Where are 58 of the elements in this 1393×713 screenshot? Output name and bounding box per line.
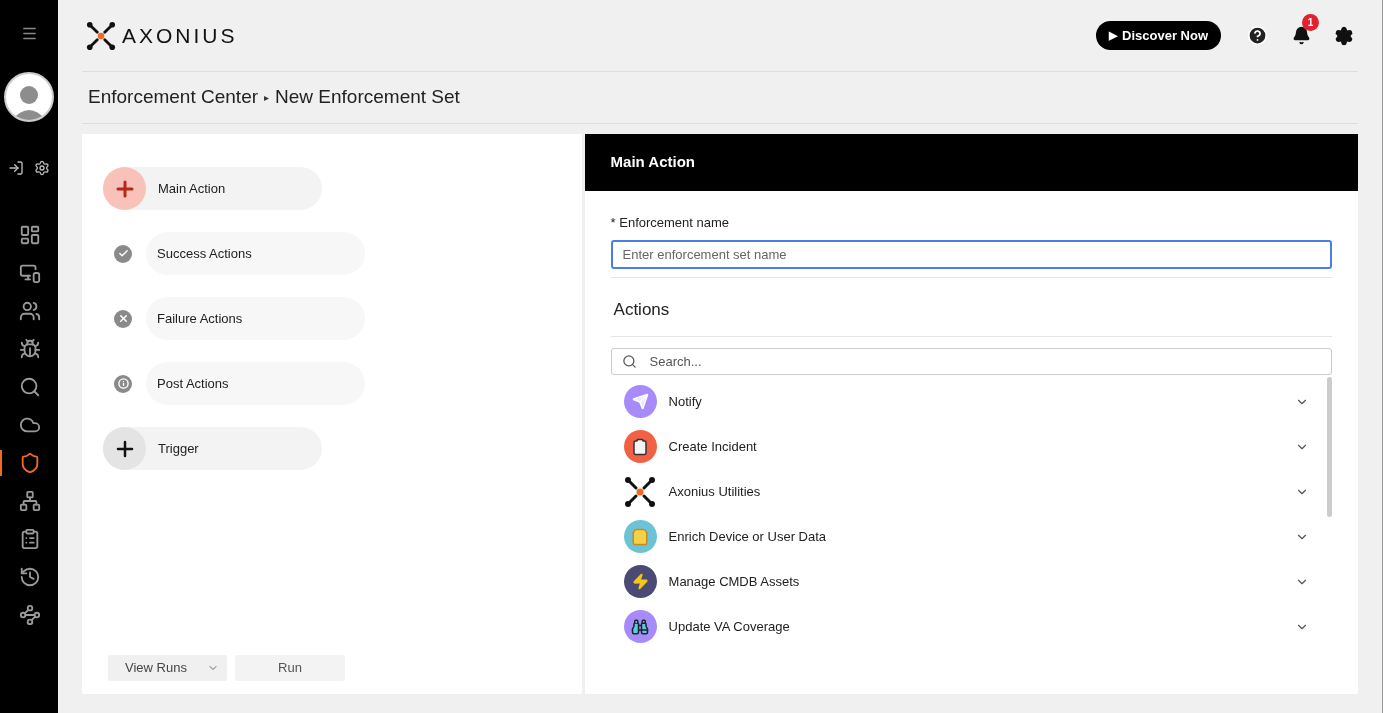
search-icon [621,354,637,369]
avatar[interactable] [4,72,54,122]
bug-icon [19,338,41,360]
check-icon [114,244,132,263]
step-pill[interactable]: Failure Actions [146,297,365,340]
action-item[interactable]: Manage CMDB Assets [623,559,1327,604]
history-icon [19,566,41,588]
clipboard-icon [19,528,41,550]
action-item[interactable]: Axonius Utilities [623,469,1327,514]
field-label: * Enforcement name [610,214,731,232]
info-icon [114,374,132,393]
network-icon [19,490,41,512]
discover-now-button[interactable]: ▶ Discover Now [1096,21,1221,50]
dashboard-icon [19,224,41,246]
settings-icon[interactable] [1334,25,1354,46]
enforcement-name-field[interactable]: Enter enforcement set name [610,239,1332,269]
step-label: Main Action [158,179,226,198]
step-pill[interactable]: Main Action [103,167,322,210]
cross-icon [114,309,132,328]
logo[interactable]: AXONIUS [86,19,238,52]
run-button[interactable]: Run [235,655,345,681]
graph-icon [19,604,41,626]
view-runs-dropdown[interactable]: View Runs [108,655,227,681]
step-pill[interactable]: Trigger [103,427,322,470]
logo-icon [86,20,116,51]
step-pill[interactable]: Success Actions [146,232,365,275]
action-label: Create Incident [668,437,758,456]
help-icon[interactable] [1247,25,1268,46]
query-icon [19,376,41,398]
action-item[interactable]: Notify [623,379,1327,424]
menu-icon[interactable] [20,25,38,42]
action-label: Enrich Device or User Data [668,527,828,546]
breadcrumb-separator: ▸ [264,91,270,105]
panel-title: Main Action [610,152,695,173]
action-item[interactable]: Update VA Coverage [623,604,1327,649]
add-icon[interactable] [103,427,146,470]
add-icon[interactable] [103,167,146,210]
step-pill[interactable]: Post Actions [146,362,365,405]
notifications-icon[interactable] [1292,26,1311,45]
users-icon [19,300,41,322]
shield-icon [19,452,41,474]
logo-icon [624,475,657,508]
action-label: Axonius Utilities [668,482,762,501]
action-item[interactable]: Enrich Device or User Data [623,514,1327,559]
step-label: Trigger [158,439,199,458]
action-label: Update VA Coverage [668,617,791,636]
action-item[interactable]: Create Incident [623,424,1327,469]
notification-badge: 1 [1302,14,1319,31]
action-label: Manage CMDB Assets [668,572,801,591]
logo-text: AXONIUS [122,22,238,49]
search-field[interactable]: Search... [610,348,1332,375]
breadcrumb-link[interactable]: Enforcement Center [88,83,259,112]
logout-icon[interactable] [8,160,24,176]
page-title: New Enforcement Set [275,85,460,110]
devices-icon [19,262,41,284]
actions-heading: Actions [613,298,671,321]
action-label: Notify [668,392,703,411]
settings-icon[interactable] [34,160,50,176]
